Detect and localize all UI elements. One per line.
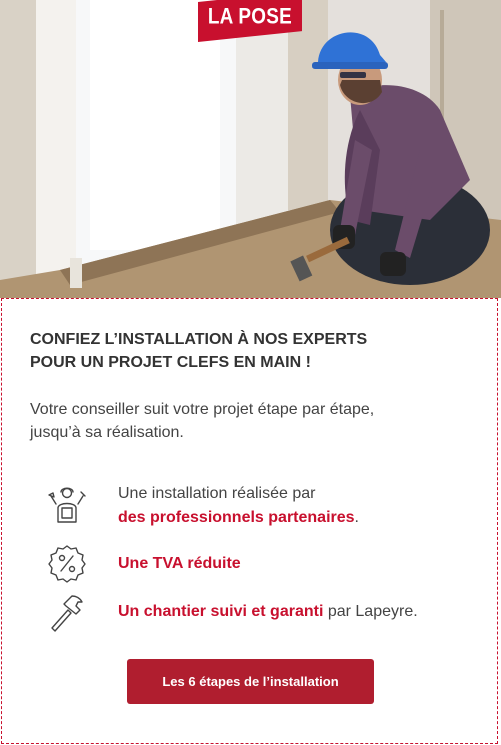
intro-line-1: Votre conseiller suit votre projet étape… <box>30 401 375 418</box>
intro-line-2: jusqu’à sa réalisation. <box>30 424 184 441</box>
feature-3-suffix: par Lapeyre. <box>323 603 418 620</box>
installation-steps-button[interactable]: Les 6 étapes de l’installation <box>127 659 374 704</box>
headline: CONFIEZ L’INSTALLATION À NOS EXPERTS POU… <box>30 328 450 374</box>
headline-line-2: POUR UN PROJET CLEFS EN MAIN ! <box>30 354 311 371</box>
badge-label: LA POSE <box>207 3 293 29</box>
feature-1-suffix: . <box>354 509 359 526</box>
feature-3-text: Un chantier suivi et garanti par Lapeyre… <box>118 600 478 624</box>
headline-line-1: CONFIEZ L’INSTALLATION À NOS EXPERTS <box>30 331 368 348</box>
feature-2-text: Une TVA réduite <box>118 552 478 576</box>
installer-photo <box>0 0 501 298</box>
hammer-icon <box>46 592 88 634</box>
percent-badge-icon <box>46 542 88 584</box>
worker-icon <box>46 484 88 526</box>
feature-2-highlight: Une TVA réduite <box>118 555 241 572</box>
intro-text: Votre conseiller suit votre projet étape… <box>30 398 450 444</box>
feature-3-highlight: Un chantier suivi et garanti <box>118 603 324 620</box>
feature-1-prefix: Une installation réalisée par <box>118 485 316 502</box>
feature-1-text: Une installation réalisée par des profes… <box>118 482 478 530</box>
hero-image: LA POSE <box>0 0 501 298</box>
feature-1-highlight: des professionnels partenaires <box>118 509 355 526</box>
